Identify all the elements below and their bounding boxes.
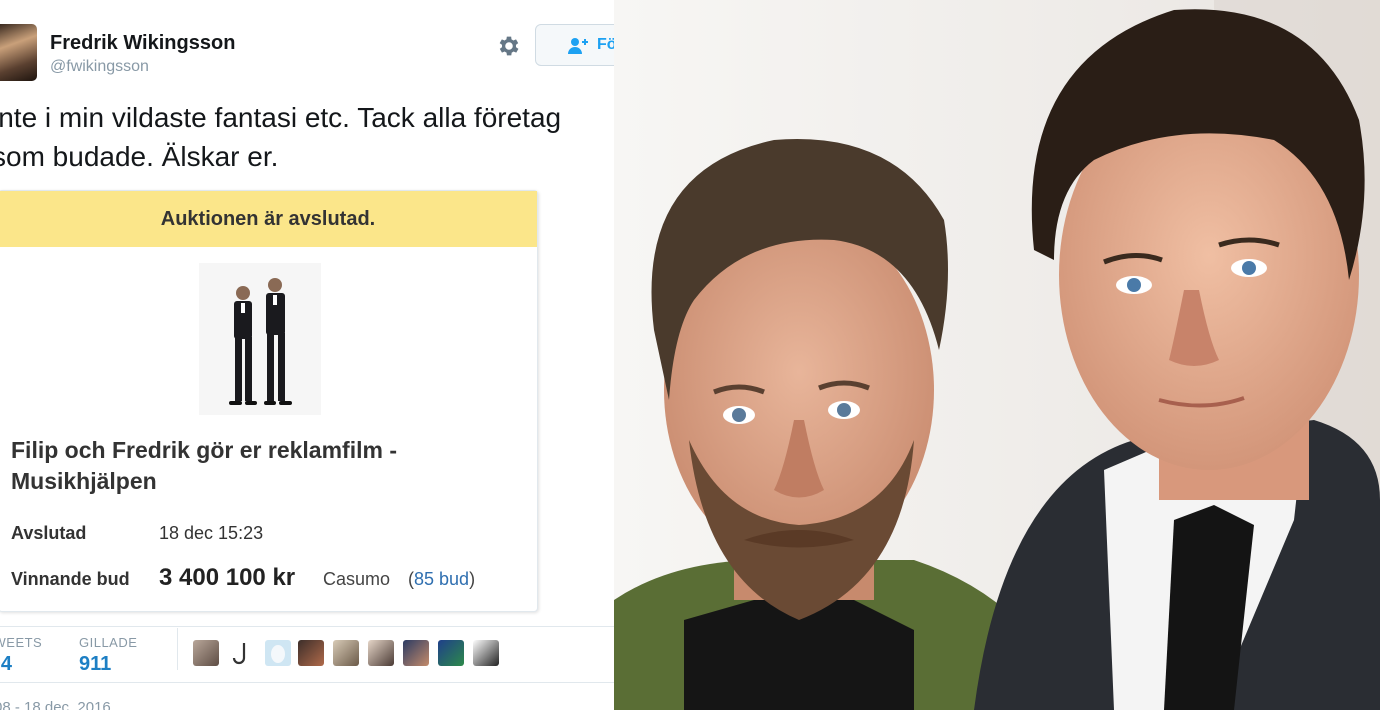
author-name[interactable]: Fredrik Wikingsson xyxy=(50,32,235,55)
tweet-panel: Fredrik Wikingsson @fwikingsson Följ int… xyxy=(0,0,614,710)
tweet-text-line: som budade. Älskar er. xyxy=(0,141,279,172)
author-handle[interactable]: @fwikingsson xyxy=(50,58,149,76)
auction-title[interactable]: Filip och Fredrik gör er reklamfilm - Mu… xyxy=(11,435,521,497)
author-avatar[interactable] xyxy=(0,24,37,81)
ended-label: Avslutad xyxy=(11,523,87,543)
tweet-timestamp: 08 - 18 dec. 2016 xyxy=(0,699,111,710)
winning-bid-amount: 3 400 100 kr xyxy=(159,564,296,591)
tweet-text-line: inte i min vildaste fantasi etc. Tack al… xyxy=(0,102,562,133)
stats-separator xyxy=(177,628,178,670)
auction-status-banner: Auktionen är avslutad. xyxy=(0,191,537,247)
liker-avatar[interactable] xyxy=(438,640,464,666)
liker-avatar[interactable] xyxy=(473,640,499,666)
stats-divider-top xyxy=(0,626,614,627)
liker-avatar[interactable] xyxy=(403,640,429,666)
winning-bid-label: Vinnande bud xyxy=(11,569,130,589)
auction-card[interactable]: Auktionen är avslutad. Filip och Fredrik… xyxy=(0,190,538,612)
liker-avatar[interactable] xyxy=(368,640,394,666)
bid-count-link[interactable]: 85 bud xyxy=(414,569,469,589)
winner-name: Casumo xyxy=(323,569,391,589)
liker-avatar[interactable] xyxy=(298,640,324,666)
bid-count-close: ) xyxy=(469,569,476,589)
likes-label: GILLADE xyxy=(79,635,138,650)
gear-icon[interactable] xyxy=(496,33,522,59)
bid-count: (85 bud) xyxy=(408,569,475,590)
liker-avatar[interactable] xyxy=(230,640,256,666)
product-image[interactable] xyxy=(199,263,321,415)
liker-avatar[interactable] xyxy=(333,640,359,666)
retweets-label: RETWEETS xyxy=(0,635,43,650)
stats-divider-bottom xyxy=(0,682,614,683)
liker-avatar-egg[interactable] xyxy=(265,640,291,666)
tweet-text: inte i min vildaste fantasi etc. Tack al… xyxy=(0,98,614,176)
follow-label: Följ xyxy=(597,36,614,53)
ended-value: 18 dec 15:23 xyxy=(159,523,264,543)
follow-button[interactable]: Följ xyxy=(535,24,614,66)
likes-count[interactable]: 911 xyxy=(79,653,111,676)
liker-avatar[interactable] xyxy=(193,640,219,666)
follow-person-icon xyxy=(568,38,588,54)
portrait-photo xyxy=(614,0,1380,710)
retweets-count[interactable]: 2 204 xyxy=(0,653,12,676)
